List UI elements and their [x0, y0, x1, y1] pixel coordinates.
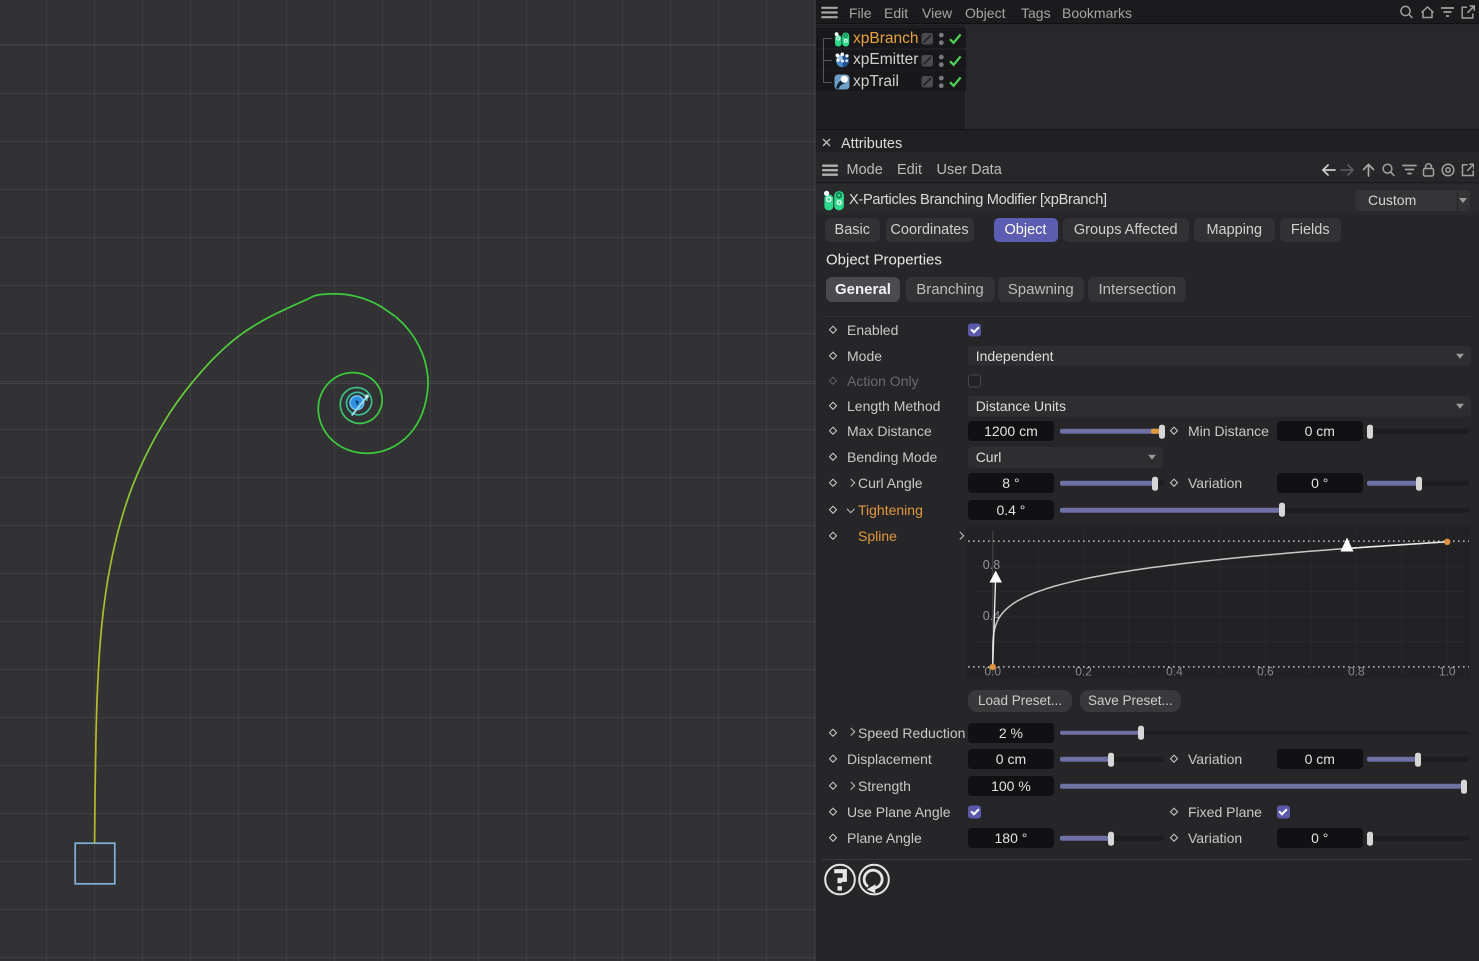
svg-text:0.6: 0.6 — [1257, 664, 1274, 678]
svg-text:0.8: 0.8 — [982, 558, 999, 572]
svg-text:0.8: 0.8 — [1347, 664, 1364, 678]
